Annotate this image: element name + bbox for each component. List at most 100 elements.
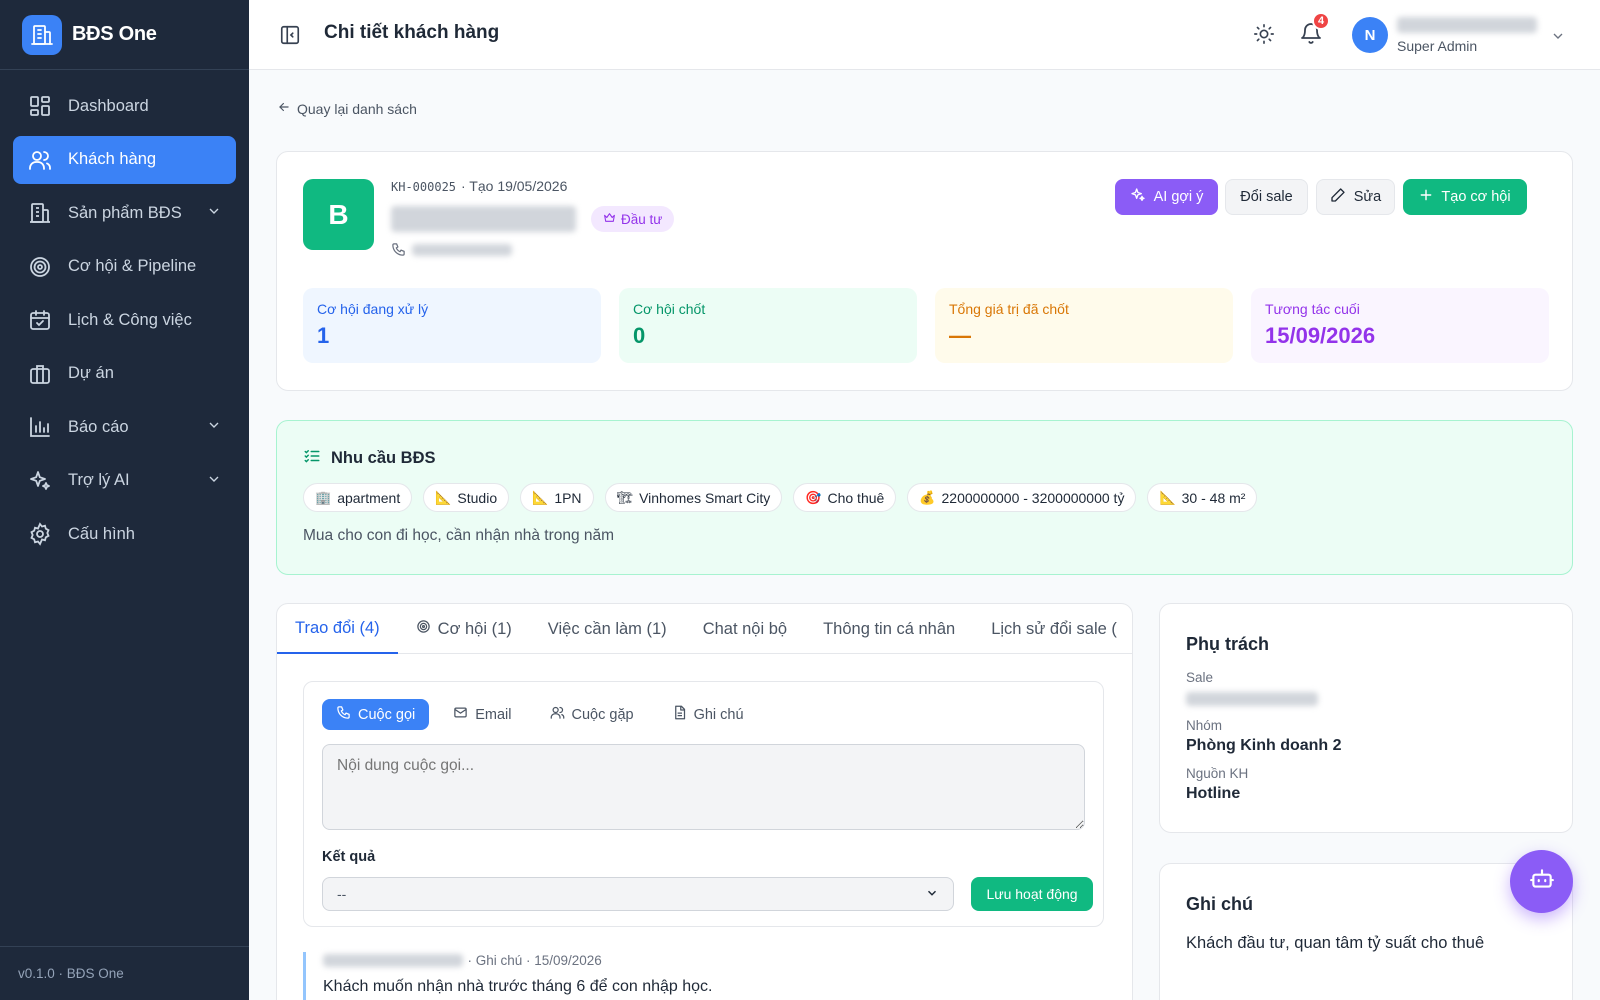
customer-name-redacted — [391, 206, 576, 232]
need-chip-type: 🏢 apartment — [303, 483, 413, 512]
activity-type-label: Cuộc gọi — [358, 706, 416, 723]
briefcase-icon — [26, 360, 54, 388]
arrow-left-icon — [277, 100, 291, 117]
phone-icon — [336, 705, 351, 724]
activity-type-note[interactable]: Ghi chú — [658, 699, 758, 730]
activity-type-email[interactable]: Email — [439, 699, 525, 730]
sidebar-item-settings[interactable]: Cấu hình — [13, 510, 236, 558]
sidebar-toggle-icon[interactable] — [279, 24, 301, 51]
back-link[interactable]: Quay lại danh sách — [277, 100, 417, 117]
building-logo-icon — [22, 14, 62, 55]
ai-suggest-label: AI gợi ý — [1153, 189, 1204, 205]
edit-button[interactable]: Sửa — [1316, 179, 1395, 215]
chevron-down-icon[interactable] — [1550, 28, 1566, 49]
needs-title-label: Nhu cầu BĐS — [331, 449, 436, 467]
stat-label: Cơ hội đang xử lý — [317, 301, 429, 317]
log-text: Khách muốn nhận nhà trước tháng 6 để con… — [323, 978, 713, 995]
create-opportunity-button[interactable]: Tạo cơ hội — [1403, 179, 1527, 215]
ai-suggest-button[interactable]: AI gợi ý — [1115, 179, 1218, 215]
tab-exchanges[interactable]: Trao đổi (4) — [277, 604, 398, 654]
customer-avatar: B — [303, 179, 374, 250]
customer-code: KH-000025 — [391, 180, 457, 194]
sidebar-item-label: Trợ lý AI — [68, 471, 130, 489]
stat-value: 0 — [633, 323, 646, 348]
property-needs-card: Nhu cầu BĐS 🏢 apartment 📐 Studio 📐 1PN 🏗 Vin… — [276, 420, 1573, 575]
sidebar-item-reports[interactable]: Báo cáo — [13, 403, 236, 451]
page-title: Chi tiết khách hàng — [324, 22, 500, 43]
tab-bar: Trao đổi (4) Cơ hội (1) Việc cần làm (1)… — [277, 604, 1132, 654]
stat-value: 15/09/2026 — [1265, 323, 1376, 348]
need-chip-label: apartment — [337, 489, 401, 506]
stat-value: 1 — [317, 323, 330, 348]
change-sale-button[interactable]: Đổi sale — [1225, 179, 1308, 215]
target-icon — [416, 619, 431, 639]
sidebar-item-ai-assistant[interactable]: Trợ lý AI — [13, 457, 236, 505]
tab-label: Trao đổi (4) — [295, 618, 380, 637]
tab-internal-chat[interactable]: Chat nội bộ — [685, 604, 805, 654]
need-chip-label: Vinhomes Smart City — [639, 489, 771, 506]
tab-opportunities[interactable]: Cơ hội (1) — [398, 604, 530, 654]
sidebar-item-dashboard[interactable]: Dashboard — [13, 82, 236, 130]
result-label: Kết quả — [322, 849, 376, 865]
back-link-label: Quay lại danh sách — [297, 100, 417, 117]
needs-title: Nhu cầu BĐS — [303, 447, 436, 470]
bar-chart-icon — [26, 413, 54, 441]
user-name-redacted — [1397, 17, 1537, 33]
result-select-value: -- — [337, 886, 347, 902]
activity-type-label: Email — [475, 706, 512, 723]
sidebar-item-pipeline[interactable]: Cơ hội & Pipeline — [13, 243, 236, 291]
source-label: Nguồn KH — [1186, 766, 1249, 781]
log-meta: · Ghi chú · 15/09/2026 — [467, 953, 602, 968]
building-icon — [26, 199, 54, 227]
sidebar-item-label: Khách hàng — [68, 150, 157, 168]
need-chip-label: Studio — [457, 489, 498, 506]
sidebar: BĐS One Dashboard Khách hàng Sản phẩm BĐ… — [0, 0, 249, 1000]
activity-composer: Cuộc gọi Email Cuộc gặp Ghi chú Kết quả — [303, 681, 1104, 927]
user-role: Super Admin — [1397, 38, 1478, 54]
tab-label: Lịch sử đổi sale ( — [991, 619, 1117, 638]
sidebar-item-label: Sản phẩm BĐS — [68, 203, 182, 222]
log-author-redacted — [323, 954, 463, 968]
source-value: Hotline — [1186, 785, 1241, 802]
tab-personal-info[interactable]: Thông tin cá nhân — [805, 604, 973, 654]
avatar[interactable]: N — [1352, 17, 1388, 53]
customer-profile-card: B KH-000025 · Tạo 19/05/2026 Đầu tư AI g… — [276, 151, 1573, 391]
chevron-down-icon — [206, 203, 222, 224]
notes-title: Ghi chú — [1186, 894, 1253, 914]
sidebar-item-products[interactable]: Sản phẩm BĐS — [13, 189, 236, 237]
tab-sale-history[interactable]: Lịch sử đổi sale ( — [973, 604, 1132, 654]
tab-label: Thông tin cá nhân — [823, 619, 956, 638]
ruler-emoji-icon: 📐 — [532, 489, 549, 505]
tab-todos[interactable]: Việc cần làm (1) — [530, 604, 685, 654]
needs-note: Mua cho con đi học, cần nhận nhà trong n… — [303, 527, 615, 544]
plus-icon — [1419, 188, 1433, 206]
version-footer: v0.1.0 · BĐS One — [0, 946, 249, 1000]
need-chip-label: 2200000000 - 3200000000 tỷ — [941, 489, 1125, 506]
ai-chatbot-button[interactable] — [1510, 850, 1573, 913]
stat-closed-value: Tổng giá trị đã chốt — — [935, 288, 1233, 363]
activity-content-input[interactable] — [322, 744, 1085, 830]
notes-text: Khách đầu tư, quan tâm tỷ suất cho thuê — [1186, 934, 1485, 952]
sidebar-item-projects[interactable]: Dự án — [13, 350, 236, 398]
sun-icon[interactable] — [1253, 23, 1275, 50]
result-select[interactable]: -- — [322, 877, 954, 911]
sparkles-icon — [26, 467, 54, 495]
sidebar-item-label: Cấu hình — [68, 524, 135, 543]
sidebar-item-customers[interactable]: Khách hàng — [13, 135, 236, 184]
customer-phone-redacted — [412, 244, 512, 256]
bot-icon — [1529, 866, 1555, 897]
sidebar-item-calendar[interactable]: Lịch & Công việc — [13, 296, 236, 344]
change-sale-label: Đổi sale — [1240, 189, 1293, 205]
need-chip-project: 🏗 Vinhomes Smart City — [604, 483, 783, 512]
activity-type-meeting[interactable]: Cuộc gặp — [536, 699, 648, 730]
brand[interactable]: BĐS One — [0, 0, 249, 70]
sidebar-item-label: Báo cáo — [68, 417, 129, 436]
stat-label: Tổng giá trị đã chốt — [949, 301, 1069, 317]
sidebar-item-label: Lịch & Công việc — [68, 310, 192, 329]
need-chip-budget: 💰 2200000000 - 3200000000 tỷ — [907, 483, 1137, 512]
activity-type-call[interactable]: Cuộc gọi — [322, 699, 430, 730]
need-chip-layout: 📐 1PN — [520, 483, 594, 512]
edit-label: Sửa — [1353, 189, 1382, 205]
stat-label: Cơ hội chốt — [633, 301, 706, 317]
save-activity-button[interactable]: Lưu hoạt động — [971, 877, 1093, 911]
